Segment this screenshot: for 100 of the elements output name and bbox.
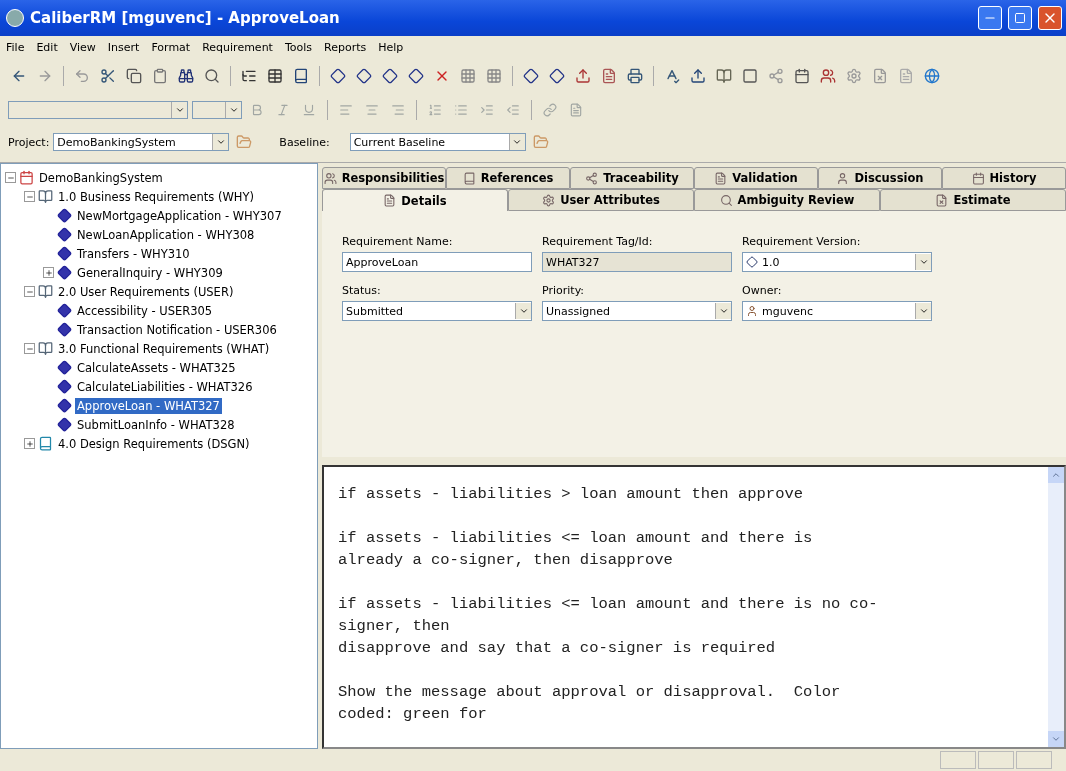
tree-item[interactable]: ApproveLoan - WHAT327 — [75, 397, 222, 414]
paragraph: if assets - liabilities <= loan amount and there is no co- signer, then disapprove and say that a co-signer is required — [338, 594, 879, 659]
link-icon — [543, 103, 557, 117]
tab[interactable]: Details — [322, 189, 508, 211]
close-button[interactable] — [1038, 6, 1062, 30]
expander-toggle[interactable] — [5, 172, 16, 183]
size-dropdown[interactable] — [192, 101, 242, 119]
plus-icon — [44, 268, 53, 277]
diamond-icon — [57, 227, 72, 242]
tree-item[interactable]: NewMortgageApplication - WHY307 — [75, 207, 284, 224]
tab-icon — [323, 171, 337, 185]
paragraph: if assets - liabilities <= loan amount and there is already a co-signer, then disapprove — [338, 528, 814, 571]
table-view-icon — [267, 68, 283, 84]
document-icon — [569, 103, 583, 117]
users-icon — [820, 68, 836, 84]
tree-item[interactable]: DemoBankingSystem — [37, 169, 165, 186]
tree-item[interactable]: CalculateLiabilities - WHAT326 — [75, 378, 255, 395]
tab[interactable]: History — [942, 167, 1066, 189]
tree-item[interactable]: NewLoanApplication - WHY308 — [75, 226, 257, 243]
diamond-icon — [57, 379, 72, 394]
status-panel — [940, 751, 976, 769]
tree-item[interactable]: 4.0 Design Requirements (DSGN) — [56, 435, 252, 452]
share-icon — [768, 68, 784, 84]
tab-icon — [714, 171, 728, 185]
caret-icon — [518, 306, 529, 316]
copy-icon — [126, 68, 142, 84]
tree-item[interactable]: Transfers - WHY310 — [75, 245, 192, 262]
menu-item[interactable]: Format — [151, 40, 191, 54]
tree-item[interactable]: GeneralInquiry - WHY309 — [75, 264, 225, 281]
window-title: CaliberRM [mguvenc] - ApproveLoan — [30, 9, 341, 27]
tab[interactable]: Ambiguity Review — [694, 189, 880, 211]
owner-dropdown[interactable]: mguvenc — [742, 301, 932, 321]
diamond-icon — [523, 68, 539, 84]
upload-icon — [575, 68, 591, 84]
tab[interactable]: Traceability — [570, 167, 694, 189]
description-editor[interactable] — [322, 465, 1066, 749]
indent-decrease-icon — [506, 103, 520, 117]
tree-item[interactable]: 3.0 Functional Requirements (WHAT) — [56, 340, 272, 357]
menu-item[interactable]: Reports — [324, 40, 367, 54]
paragraph: if assets - liabilities > loan amount then approve — [338, 484, 805, 505]
dropdown[interactable]: Submitted — [342, 301, 532, 321]
scroll-up-icon — [1051, 470, 1061, 480]
scrollbar[interactable] — [1048, 467, 1064, 747]
plus-icon — [25, 439, 34, 448]
tab[interactable]: Discussion — [818, 167, 942, 189]
menu-item[interactable]: File — [6, 40, 25, 54]
paragraph: Show the message about approval or disapproval. Color coded: green for — [338, 682, 842, 725]
tab[interactable]: References — [446, 167, 570, 189]
baseline-dropdown[interactable]: Current Baseline — [349, 133, 526, 151]
diamond-icon — [356, 68, 372, 84]
menu-item[interactable]: Help — [378, 40, 404, 54]
tree-item[interactable]: Transaction Notification - USER306 — [75, 321, 279, 338]
font-dropdown[interactable] — [8, 101, 188, 119]
field-label: Owner: — [742, 284, 783, 297]
expander-toggle[interactable] — [24, 191, 35, 202]
expander-toggle[interactable] — [43, 267, 54, 278]
tab[interactable]: User Attributes — [508, 189, 694, 211]
tab-icon — [935, 193, 949, 207]
tree-item[interactable]: SubmitLoanInfo - WHAT328 — [75, 416, 237, 433]
folder-icon — [532, 134, 549, 150]
expander-toggle[interactable] — [24, 286, 35, 297]
tab[interactable]: Estimate — [880, 189, 1066, 211]
tab[interactable]: Responsibilities — [322, 167, 446, 189]
tree-item[interactable]: 2.0 User Requirements (USER) — [56, 283, 236, 300]
dropdown[interactable]: Unassigned — [542, 301, 732, 321]
diamond-icon — [330, 68, 346, 84]
minimize-button[interactable] — [978, 6, 1002, 30]
tab-icon — [836, 171, 850, 185]
maximize-button[interactable] — [1008, 6, 1032, 30]
field-label: Requirement Version: — [742, 235, 862, 248]
expander-toggle[interactable] — [24, 438, 35, 449]
tab[interactable]: Validation — [694, 167, 818, 189]
tab-icon — [383, 194, 397, 207]
menu-item[interactable]: Edit — [36, 40, 58, 54]
tree-item[interactable]: CalculateAssets - WHAT325 — [75, 359, 238, 376]
menu-item[interactable]: Insert — [107, 40, 140, 54]
bold-icon — [250, 103, 264, 117]
text-field[interactable]: ApproveLoan — [342, 252, 532, 272]
menu-item[interactable]: View — [69, 40, 96, 54]
spell-check-icon — [664, 68, 680, 84]
status-panel — [1016, 751, 1052, 769]
book-open-icon — [716, 68, 732, 84]
tab-icon — [971, 171, 985, 185]
tab-icon — [585, 171, 599, 185]
menu-item[interactable]: Tools — [284, 40, 313, 54]
version-dropdown[interactable]: 1.0 — [742, 252, 932, 272]
tree-item[interactable]: 1.0 Business Requirements (WHY) — [56, 188, 256, 205]
tree-item[interactable]: Accessibility - USER305 — [75, 302, 215, 319]
search-icon — [204, 68, 220, 84]
project-dropdown[interactable]: DemoBankingSystem — [53, 133, 230, 151]
scroll-down-icon — [1051, 734, 1061, 744]
tree-view-icon — [241, 68, 257, 84]
folder-icon — [236, 134, 253, 150]
menu-item[interactable]: Requirement — [202, 40, 273, 54]
expander-toggle[interactable] — [24, 343, 35, 354]
diamond-icon — [57, 303, 72, 318]
cut-icon — [100, 68, 116, 84]
ordered-list-icon — [428, 103, 442, 117]
field-label: Priority: — [542, 284, 586, 297]
diamond-icon — [382, 68, 398, 84]
